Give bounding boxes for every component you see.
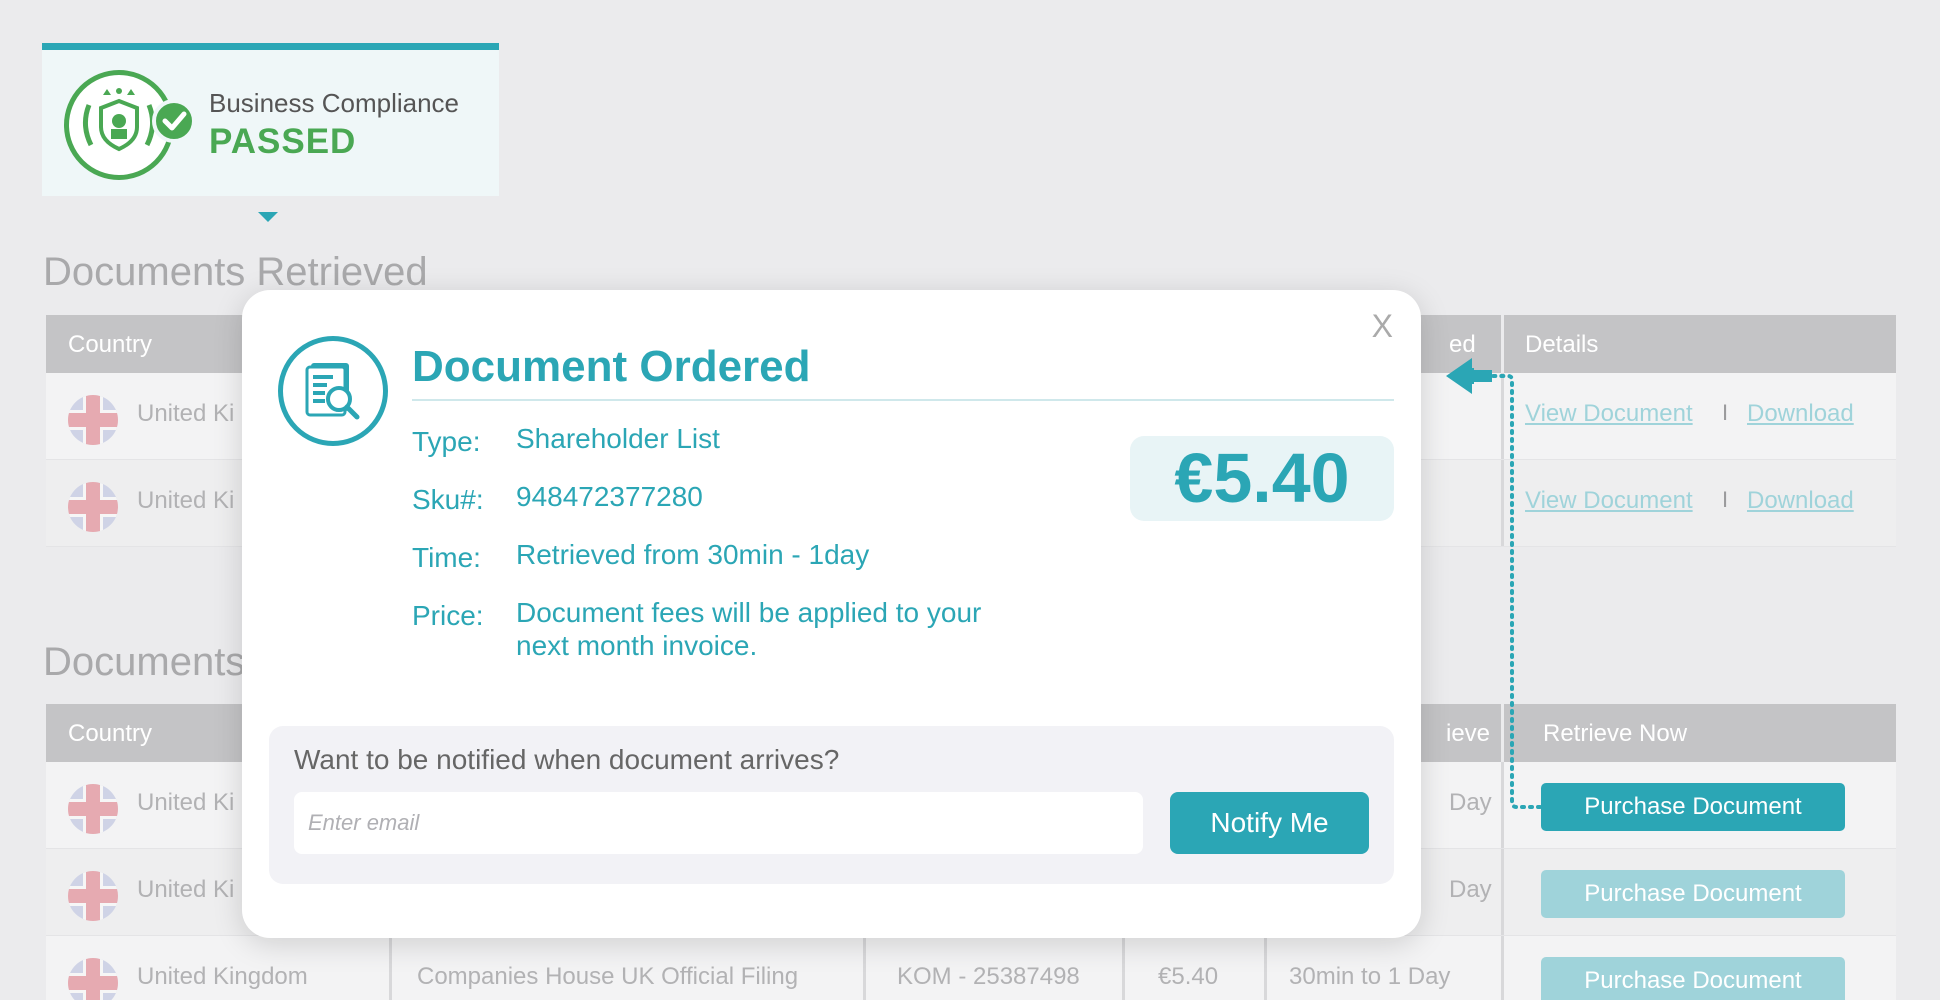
type-label: Type:: [412, 426, 481, 457]
time-value: Retrieved from 30min - 1day: [516, 539, 870, 570]
header-country: Country: [68, 720, 153, 747]
check-icon: [152, 99, 196, 143]
column-divider: [1501, 849, 1504, 935]
sku-label: Sku#:: [412, 484, 484, 515]
cell-country: United Ki: [137, 789, 235, 816]
cell-time-partial: Day: [1449, 876, 1492, 903]
uk-flag-icon: [68, 958, 118, 1000]
link-separator: I: [1722, 400, 1729, 425]
type-value: Shareholder List: [516, 423, 720, 454]
notify-me-button[interactable]: Notify Me: [1170, 792, 1369, 854]
uk-flag-icon: [68, 482, 118, 532]
uk-flag-icon: [68, 395, 118, 445]
cell-source: Companies House UK Official Filing: [417, 963, 799, 990]
email-field[interactable]: [294, 792, 1143, 854]
column-divider: [389, 936, 392, 1000]
cell-price: €5.40: [1158, 963, 1219, 990]
purchase-document-button[interactable]: Purchase Document: [1541, 870, 1845, 918]
column-divider: [1122, 936, 1125, 1000]
download-link[interactable]: Download: [1747, 487, 1854, 515]
header-country: Country: [68, 331, 153, 358]
section-title-retrieved: Documents Retrieved: [43, 250, 428, 294]
document-search-icon: [278, 336, 388, 446]
price-value: Document fees will be applied to your ne…: [516, 597, 982, 661]
notify-question: Want to be notified when document arrive…: [294, 744, 840, 775]
table-row: United Kingdom Companies House UK Offici…: [46, 936, 1896, 1000]
purchase-document-button[interactable]: Purchase Document: [1541, 783, 1845, 831]
sku-value: 948472377280: [516, 481, 703, 512]
cell-country: United Ki: [137, 487, 235, 514]
purchase-document-button[interactable]: Purchase Document: [1541, 957, 1845, 1000]
cell-sku: KOM - 25387498: [897, 963, 1080, 990]
header-retrieve-now: Retrieve Now: [1543, 720, 1688, 747]
cell-country: United Ki: [137, 876, 235, 903]
link-separator: I: [1722, 487, 1729, 512]
title-divider: [412, 399, 1394, 401]
cell-country: United Kingdom: [137, 963, 308, 990]
section-title-available: Documents: [43, 640, 246, 684]
price-amount: €5.40: [1130, 436, 1394, 521]
time-label: Time:: [412, 542, 481, 573]
compliance-label: Business Compliance: [209, 88, 460, 118]
cell-time: 30min to 1 Day: [1289, 963, 1451, 990]
download-link[interactable]: Download: [1747, 400, 1854, 428]
notify-panel: Want to be notified when document arrive…: [269, 726, 1394, 884]
caret-down-icon: [258, 212, 278, 222]
compliance-status: PASSED: [209, 122, 357, 161]
arrow-left-icon: [1446, 358, 1542, 809]
column-divider: [1264, 936, 1267, 1000]
uk-flag-icon: [68, 871, 118, 921]
document-ordered-modal: X Document Ordered Type: Shareholder Lis…: [242, 290, 1421, 938]
compliance-card: Business Compliance PASSED: [42, 43, 499, 196]
cell-country: United Ki: [137, 400, 235, 427]
column-divider: [863, 936, 866, 1000]
column-divider: [1501, 936, 1504, 1000]
uk-flag-icon: [68, 784, 118, 834]
modal-title: Document Ordered: [412, 342, 811, 391]
close-button[interactable]: X: [1372, 308, 1393, 345]
price-label: Price:: [412, 600, 484, 631]
